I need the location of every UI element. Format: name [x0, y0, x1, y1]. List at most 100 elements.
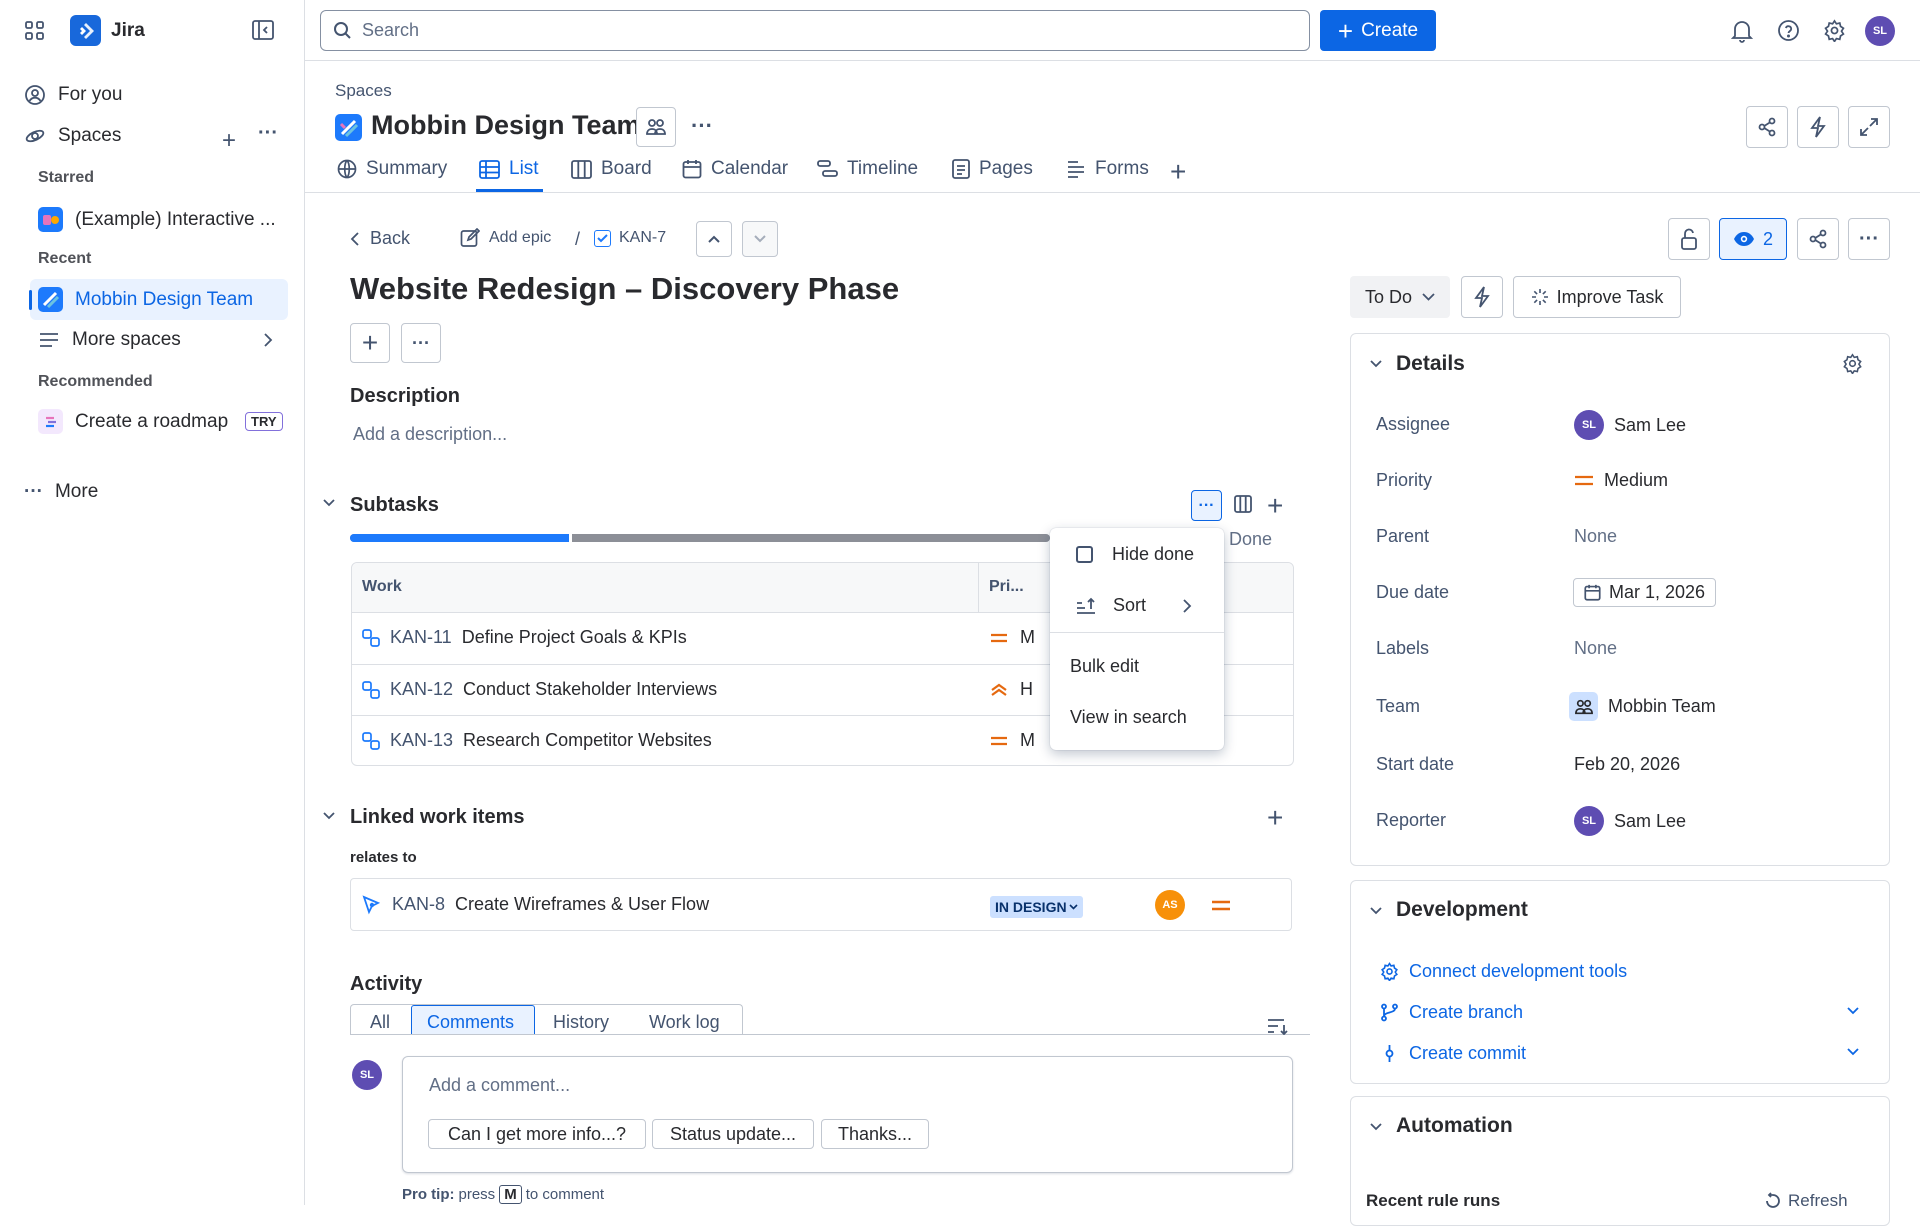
tab-calendar[interactable]: Calendar	[682, 158, 788, 180]
add-tab-icon[interactable]: +	[1170, 156, 1186, 188]
sidebar-item-starred[interactable]: (Example) Interactive ...	[38, 207, 276, 232]
tab-history[interactable]: History	[553, 1012, 609, 1033]
issue-actions-button[interactable]: ···	[401, 323, 441, 363]
automation-button[interactable]	[1797, 106, 1839, 148]
tab-all[interactable]: All	[370, 1012, 390, 1033]
collapse-details-icon[interactable]	[1369, 359, 1383, 369]
collapse-development-icon[interactable]	[1369, 906, 1383, 916]
add-space-icon[interactable]: +	[222, 127, 236, 155]
labels-field[interactable]: None	[1574, 638, 1617, 659]
prev-issue-button[interactable]	[696, 221, 732, 257]
sidebar-item-for-you[interactable]: For you	[24, 84, 122, 106]
sidebar-item-spaces[interactable]: Spaces	[24, 125, 121, 147]
table-row[interactable]: KAN-11 Define Project Goals & KPIs	[362, 627, 687, 648]
tab-pages[interactable]: Pages	[952, 158, 1033, 180]
add-link-icon[interactable]: +	[1267, 802, 1283, 834]
comment-input[interactable]: Add a comment...	[429, 1075, 570, 1096]
breadcrumb[interactable]: Spaces	[335, 81, 392, 101]
add-button[interactable]: +	[350, 323, 390, 363]
quick-reply-status-update[interactable]: Status update...	[652, 1119, 814, 1149]
fullscreen-button[interactable]	[1848, 106, 1890, 148]
row-priority[interactable]: M	[990, 730, 1035, 751]
tab-summary[interactable]: Summary	[337, 158, 447, 180]
checkbox-icon[interactable]	[1076, 546, 1093, 563]
sidebar-item-more-spaces[interactable]: More spaces	[38, 329, 181, 351]
try-badge[interactable]: TRY	[245, 412, 283, 431]
notifications-icon[interactable]	[1731, 19, 1753, 43]
collapse-automation-icon[interactable]	[1369, 1122, 1383, 1132]
refresh-button[interactable]: Refresh	[1764, 1191, 1848, 1211]
create-button[interactable]: + Create	[1320, 10, 1436, 51]
quick-reply-thanks[interactable]: Thanks...	[821, 1119, 929, 1149]
menu-item-view-in-search[interactable]: View in search	[1050, 707, 1224, 728]
sort-activity-icon[interactable]	[1267, 1017, 1289, 1035]
table-row[interactable]: KAN-13 Research Competitor Websites	[362, 730, 712, 751]
team-field[interactable]: Mobbin Team	[1569, 692, 1716, 721]
tab-list[interactable]: List	[479, 158, 539, 180]
jira-logo[interactable]: Jira	[70, 15, 145, 46]
priority-field[interactable]: Medium	[1574, 470, 1668, 491]
row-priority[interactable]: M	[990, 627, 1035, 648]
next-issue-button[interactable]	[742, 221, 778, 257]
menu-item-sort[interactable]: Sort	[1050, 595, 1224, 616]
issue-key-link[interactable]: KAN-7	[594, 229, 666, 247]
search-input[interactable]: Search	[320, 10, 1310, 51]
reporter-field[interactable]: SL Sam Lee	[1574, 806, 1686, 836]
restrict-button[interactable]	[1668, 218, 1710, 260]
menu-item-hide-done[interactable]: Hide done	[1050, 544, 1224, 565]
row-priority[interactable]: H	[990, 679, 1033, 700]
add-subtask-icon[interactable]: +	[1267, 490, 1283, 522]
status-automation-button[interactable]	[1461, 276, 1503, 318]
menu-item-bulk-edit[interactable]: Bulk edit	[1050, 656, 1224, 677]
sidebar-item-roadmap[interactable]: Create a roadmap	[38, 409, 228, 434]
create-branch-link[interactable]: Create branch	[1380, 1002, 1523, 1023]
table-row[interactable]: KAN-12 Conduct Stakeholder Interviews	[362, 679, 717, 700]
create-commit-link[interactable]: Create commit	[1380, 1043, 1526, 1064]
issue-share-button[interactable]	[1797, 218, 1839, 260]
status-lozenge[interactable]: IN DESIGN	[990, 896, 1083, 918]
connect-dev-tools-link[interactable]: Connect development tools	[1380, 961, 1627, 982]
due-date-field[interactable]: Mar 1, 2026	[1573, 578, 1717, 607]
tab-timeline[interactable]: Timeline	[817, 158, 918, 180]
watch-button[interactable]: 2	[1719, 218, 1787, 260]
settings-icon[interactable]	[1823, 19, 1846, 42]
assignee-field[interactable]: SL Sam Lee	[1574, 410, 1686, 440]
tab-comments[interactable]: Comments	[427, 1012, 514, 1033]
comment-box[interactable]	[402, 1056, 1293, 1173]
chevron-down-icon[interactable]	[1846, 1047, 1860, 1057]
space-more-icon[interactable]: ···	[691, 113, 713, 139]
tab-forms[interactable]: Forms	[1066, 158, 1149, 180]
app-switcher-icon[interactable]	[24, 20, 46, 42]
priority-medium-icon[interactable]	[1211, 899, 1231, 912]
back-link[interactable]: Back	[350, 228, 410, 249]
team-button[interactable]	[636, 107, 676, 147]
tab-work-log[interactable]: Work log	[649, 1012, 720, 1033]
status-dropdown[interactable]: To Do	[1350, 276, 1450, 318]
col-priority[interactable]: Pri...	[989, 578, 1024, 596]
help-icon[interactable]	[1777, 19, 1800, 42]
improve-task-button[interactable]: Improve Task	[1513, 276, 1681, 318]
sidebar-item-more[interactable]: ··· More	[24, 481, 98, 503]
col-work[interactable]: Work	[362, 578, 402, 596]
parent-field[interactable]: None	[1574, 526, 1617, 547]
issue-more-button[interactable]: ···	[1848, 218, 1890, 260]
sidebar-item-recent[interactable]: Mobbin Design Team	[38, 287, 253, 312]
assignee-avatar[interactable]: AS	[1155, 890, 1185, 920]
chevron-down-icon[interactable]	[1846, 1006, 1860, 1016]
columns-icon[interactable]	[1233, 494, 1253, 514]
quick-reply-more-info[interactable]: Can I get more info...?	[428, 1119, 646, 1149]
tab-board[interactable]: Board	[571, 158, 652, 180]
linked-item-row[interactable]: KAN-8 Create Wireframes & User Flow	[362, 894, 709, 915]
chevron-right-icon[interactable]	[262, 331, 274, 349]
share-button[interactable]	[1746, 106, 1788, 148]
more-icon[interactable]: ···	[258, 122, 278, 145]
collapse-sidebar-icon[interactable]	[252, 20, 274, 40]
description-field[interactable]: Add a description...	[353, 424, 507, 445]
collapse-linked-icon[interactable]	[322, 811, 336, 821]
start-date-field[interactable]: Feb 20, 2026	[1574, 754, 1680, 775]
issue-title[interactable]: Website Redesign – Discovery Phase	[350, 271, 899, 307]
subtasks-more-button[interactable]: ···	[1191, 490, 1222, 521]
details-settings-icon[interactable]	[1842, 353, 1863, 374]
col-divider[interactable]	[978, 563, 979, 612]
profile-avatar[interactable]: SL	[1865, 16, 1895, 46]
